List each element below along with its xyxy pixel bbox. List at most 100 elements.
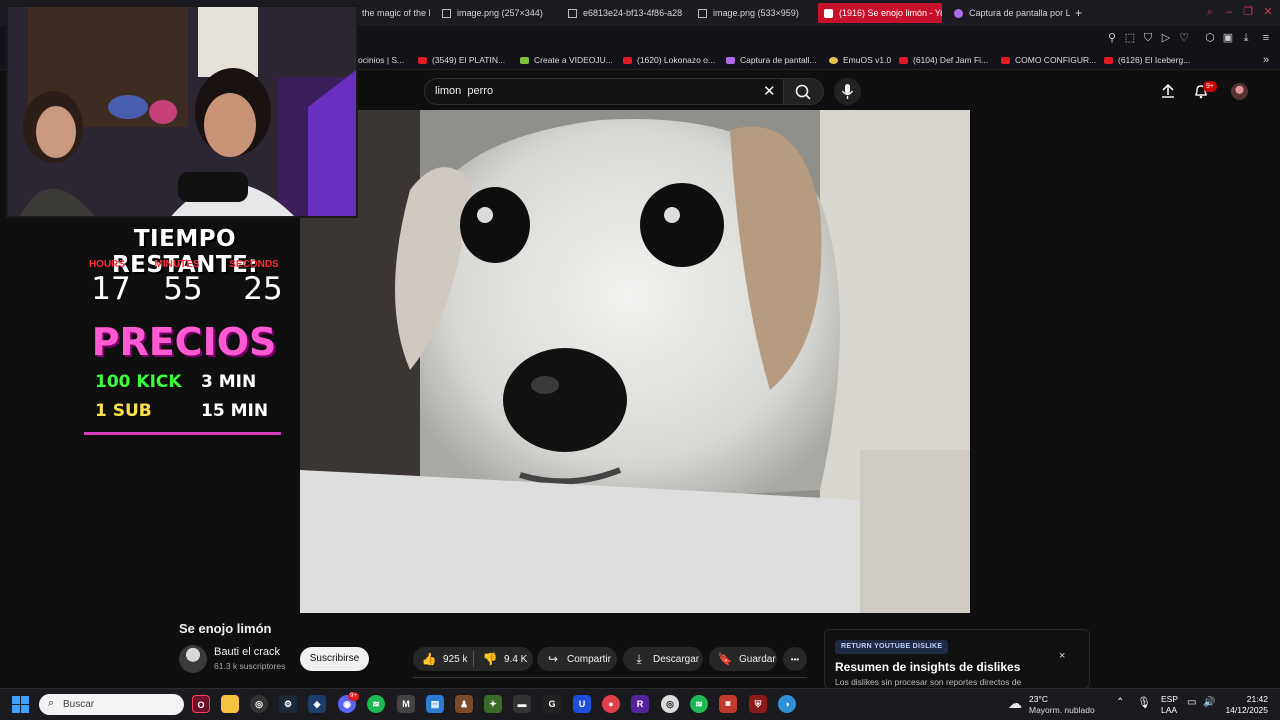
notepad-icon[interactable]: ▤ (426, 695, 444, 713)
price-kick-amount: 100 KICK (95, 372, 182, 392)
opera-gx-icon[interactable]: O (192, 695, 210, 713)
clock-time[interactable]: 21:42 (1232, 694, 1268, 704)
bookmark-item[interactable]: Create a VIDEOJU... (520, 53, 613, 67)
download-button[interactable]: ⤓ Descargar (623, 647, 703, 671)
thumbs-up-icon: 👍 (421, 652, 437, 666)
car-icon[interactable]: ▬ (513, 695, 531, 713)
game-icon[interactable]: ♟ (455, 695, 473, 713)
search-button[interactable] (784, 78, 824, 105)
app-icon[interactable]: R (631, 695, 649, 713)
tab-image-2[interactable]: image.png (533×959) (692, 3, 814, 23)
app-icon[interactable]: ◈ (308, 695, 326, 713)
screenshot-icon[interactable]: ⬚ (1123, 31, 1137, 45)
channel-avatar[interactable] (179, 645, 207, 673)
like-count: 925 k (443, 653, 468, 665)
bitwarden-icon[interactable]: U (573, 695, 591, 713)
tab-image-1[interactable]: image.png (257×344) (436, 3, 558, 23)
clock-date[interactable]: 14/12/2025 (1214, 705, 1268, 715)
video-player[interactable] (300, 110, 970, 613)
voice-search-button[interactable] (834, 78, 861, 105)
game-icon[interactable]: ✦ (484, 695, 502, 713)
spotify-icon[interactable]: ≋ (367, 695, 385, 713)
app-icon[interactable]: ▣ (719, 695, 737, 713)
image-file-icon (568, 8, 577, 18)
upload-button[interactable] (1160, 83, 1176, 104)
new-tab-button[interactable]: + (1072, 3, 1088, 23)
minimize-icon[interactable]: – (1222, 6, 1236, 18)
language-code[interactable]: ESP (1161, 694, 1178, 704)
bookmark-item[interactable]: Captura de pantall... (726, 53, 817, 67)
tray-expand-icon[interactable]: ⌃ (1116, 697, 1124, 708)
close-icon[interactable]: × (1059, 650, 1065, 662)
app-icon[interactable]: ● (602, 695, 620, 713)
restore-icon[interactable]: ❐ (1241, 6, 1255, 18)
webcam-overlay (6, 5, 358, 218)
heart-icon[interactable]: ♡ (1177, 31, 1191, 45)
price-sub-time: 15 MIN (201, 401, 269, 421)
search-input[interactable] (435, 85, 735, 97)
more-icon: ••• (790, 654, 800, 664)
timer-minutes-label: MINUTES (154, 259, 200, 270)
app-icon[interactable]: ⛨ (749, 695, 767, 713)
microphone-icon[interactable]: 🎙 (1137, 696, 1151, 709)
more-actions-button[interactable]: ••• (783, 647, 807, 671)
bookmark-item[interactable]: EmuOS v1.0 (829, 53, 891, 67)
app-icon[interactable]: M (397, 695, 415, 713)
shield-icon[interactable]: ⛉ (1141, 31, 1155, 45)
dislike-button[interactable]: 👎 9.4 K (474, 652, 528, 666)
bookmark-item[interactable]: ocinios | S... (358, 53, 404, 67)
app-icon[interactable]: ◑ (778, 695, 796, 713)
clear-search-icon[interactable]: ✕ (763, 84, 776, 99)
tab-magic[interactable]: the magic of the l (356, 3, 436, 23)
search-box: ✕ (424, 78, 784, 105)
obs-icon[interactable]: ◎ (661, 695, 679, 713)
close-window-icon[interactable]: ✕ (1261, 6, 1275, 18)
bookmark-item[interactable]: (3549) El PLATIN... (418, 53, 505, 67)
bookmark-item[interactable]: COMO CONFIGUR... (1001, 53, 1096, 67)
pin-icon[interactable]: ⚲ (1105, 31, 1119, 45)
app-icon[interactable]: G (543, 695, 561, 713)
subscribe-button[interactable]: Suscribirse (300, 647, 369, 671)
tab-uuid[interactable]: e6813e24-bf13-4f86-a28 (562, 3, 686, 23)
download-icon: ⤓ (636, 651, 642, 666)
feather-icon (726, 56, 735, 64)
weather-icon[interactable]: ☁ (1008, 695, 1022, 712)
download-icon[interactable]: ⤓ (1239, 31, 1253, 45)
network-icon[interactable]: ▭ (1187, 697, 1196, 708)
youtube-icon (824, 8, 833, 18)
timer-hours-label: HOURS (88, 259, 126, 270)
search-icon: ⌕ (48, 697, 55, 709)
discord-badge: 9+ (348, 692, 359, 701)
video-title: Se enojo limón (179, 621, 272, 636)
search-tabs-icon[interactable]: ⌕ (1203, 6, 1217, 18)
bookmark-item[interactable]: (1620) Lokonazo o... (623, 53, 715, 67)
timer-seconds-label: SECONDS (229, 259, 279, 270)
save-button[interactable]: 🔖 Guardar (709, 647, 777, 671)
keyboard-layout[interactable]: LAA (1161, 705, 1177, 715)
app-icon (520, 56, 529, 64)
extensions-icon[interactable]: ⬡ (1203, 31, 1217, 45)
user-avatar[interactable] (1231, 83, 1248, 100)
tab-captura[interactable]: Captura de pantalla por L (948, 3, 1070, 23)
tab-youtube-active[interactable]: (1916) Se enojo limón - Yo (818, 3, 942, 23)
windows-logo-tile (12, 705, 20, 713)
notification-badge: 9+ (1203, 81, 1217, 92)
taskbar-search[interactable]: ⌕ Buscar (39, 694, 184, 715)
steam-icon[interactable]: ⚙ (279, 695, 297, 713)
box-icon[interactable]: ▣ (1221, 31, 1235, 45)
more-bookmarks-icon[interactable]: » (1263, 53, 1269, 67)
spotify-icon[interactable]: ≋ (690, 695, 708, 713)
menu-icon[interactable]: ≡ (1259, 31, 1273, 45)
channel-name[interactable]: Bauti el crack (214, 646, 280, 658)
share-button[interactable]: ↪ Compartir (537, 647, 617, 671)
microphone-icon (841, 84, 854, 99)
play-icon[interactable]: ▷ (1159, 31, 1173, 45)
windows-start-button[interactable] (12, 696, 29, 713)
share-icon: ↪ (547, 652, 559, 666)
like-button[interactable]: 👍 925 k (413, 652, 473, 666)
thumbs-down-icon: 👎 (482, 652, 498, 666)
bookmark-item[interactable]: (6104) Def Jam Fi... (899, 53, 988, 67)
file-explorer-icon[interactable] (221, 695, 239, 713)
chrome-icon[interactable]: ◎ (250, 695, 268, 713)
bookmark-item[interactable]: (6126) El Iceberg... (1104, 53, 1190, 67)
